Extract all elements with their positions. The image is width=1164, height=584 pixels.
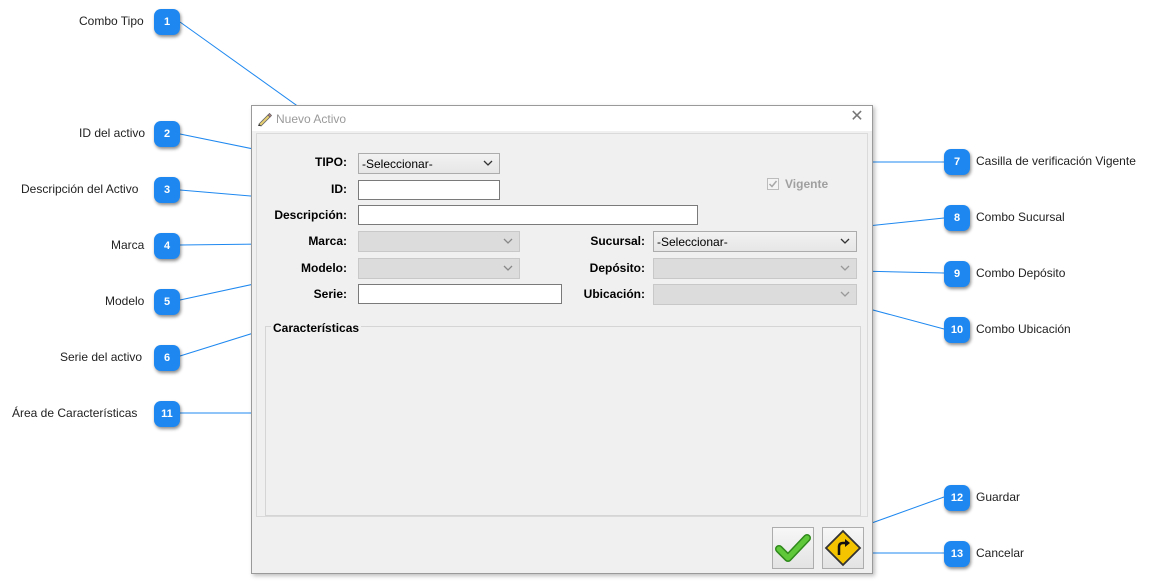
ubicacion-label: Ubicación:	[583, 287, 645, 301]
serie-input[interactable]	[358, 284, 562, 304]
vigente-checkbox-box	[767, 178, 779, 190]
close-icon[interactable]: ✕	[849, 109, 865, 125]
chevron-down-icon	[840, 291, 850, 297]
caracteristicas-title: Características	[271, 321, 362, 335]
callout-badge-6: 6	[154, 345, 180, 371]
guardar-button[interactable]	[772, 527, 814, 569]
callout-label-8: Combo Sucursal	[976, 210, 1065, 224]
sucursal-combo[interactable]: -Seleccionar-	[653, 231, 857, 252]
title-bar[interactable]: Nuevo Activo ✕	[252, 106, 872, 131]
pencil-ruler-icon	[258, 112, 273, 127]
callout-label-6: Serie del activo	[60, 350, 143, 364]
callout-badge-13: 13	[944, 541, 970, 567]
check-icon	[768, 180, 778, 188]
modelo-label: Modelo:	[301, 261, 347, 275]
callout-badge-5: 5	[154, 289, 180, 315]
marca-combo[interactable]	[358, 231, 520, 252]
callout-badge-12: 12	[944, 485, 970, 511]
callout-label-5: Modelo	[105, 294, 145, 308]
descripcion-input[interactable]	[358, 205, 698, 225]
tipo-combo[interactable]: -Seleccionar-	[358, 153, 500, 174]
cancelar-button[interactable]	[822, 527, 864, 569]
tipo-label: TIPO:	[315, 155, 347, 169]
id-input[interactable]	[358, 180, 500, 200]
serie-label: Serie:	[313, 287, 347, 301]
callout-badge-2: 2	[154, 121, 180, 147]
nuevo-activo-dialog: Nuevo Activo ✕ TIPO: -Seleccionar- Vigen…	[251, 105, 873, 574]
sucursal-combo-value: -Seleccionar-	[657, 235, 728, 249]
deposito-label: Depósito:	[589, 261, 645, 275]
tipo-combo-value: -Seleccionar-	[362, 157, 433, 171]
callout-label-9: Combo Depósito	[976, 266, 1066, 280]
callout-label-1: Combo Tipo	[79, 14, 144, 28]
id-label: ID:	[331, 182, 347, 196]
callout-label-11: Área de Características	[12, 406, 138, 420]
caracteristicas-area[interactable]	[265, 326, 861, 516]
callout-label-2: ID del activo	[79, 126, 146, 140]
sucursal-label: Sucursal:	[590, 234, 645, 248]
callout-badge-9: 9	[944, 261, 970, 287]
callout-badge-11: 11	[154, 401, 180, 427]
callout-label-7: Casilla de verificación Vigente	[976, 154, 1136, 168]
callout-badge-4: 4	[154, 233, 180, 259]
callout-label-13: Cancelar	[976, 546, 1025, 560]
return-arrow-sign-icon	[824, 529, 862, 567]
modelo-combo[interactable]	[358, 258, 520, 279]
chevron-down-icon	[503, 265, 513, 271]
callout-badge-3: 3	[154, 177, 180, 203]
callout-label-10: Combo Ubicación	[976, 322, 1071, 336]
callout-label-12: Guardar	[976, 490, 1021, 504]
chevron-down-icon	[840, 265, 850, 271]
window-title: Nuevo Activo	[276, 112, 347, 126]
callout-label-4: Marca	[111, 238, 145, 252]
form-area: TIPO: -Seleccionar- Vigente ID: Descripc…	[256, 133, 868, 517]
callout-label-3: Descripción del Activo	[21, 182, 139, 196]
callout-badge-1: 1	[154, 9, 180, 35]
green-check-icon	[775, 534, 811, 562]
deposito-combo[interactable]	[653, 258, 857, 279]
callout-badge-8: 8	[944, 205, 970, 231]
vigente-label: Vigente	[785, 177, 829, 191]
chevron-down-icon	[483, 160, 493, 166]
ubicacion-combo[interactable]	[653, 284, 857, 305]
marca-label: Marca:	[308, 234, 347, 248]
chevron-down-icon	[840, 238, 850, 244]
callout-badge-10: 10	[944, 317, 970, 343]
descripcion-label: Descripción:	[274, 208, 347, 222]
chevron-down-icon	[503, 238, 513, 244]
callout-badge-7: 7	[944, 149, 970, 175]
